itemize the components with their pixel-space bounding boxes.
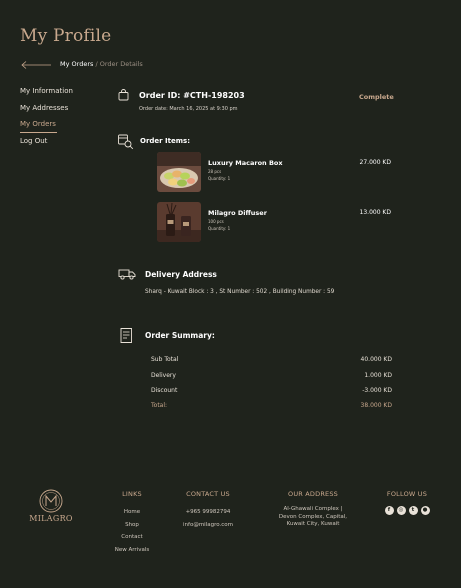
summary-label: Delivery: [151, 372, 176, 379]
footer-address-line: Al-Ghawali Complex |: [283, 506, 343, 512]
delivery-address: Sharq - Kuwait Block : 3 , St Number : 5…: [145, 289, 335, 295]
footer-phone[interactable]: +965 99982794: [174, 506, 242, 519]
footer-email[interactable]: info@milagro.com: [174, 519, 242, 532]
item-size: 100 pcs: [208, 219, 224, 224]
macaron-box-image: [157, 152, 201, 192]
item-price: 27.000 KD: [359, 159, 391, 166]
order-items-heading: Order Items:: [140, 137, 191, 145]
item-quantity: Quantity: 1: [208, 226, 231, 231]
sidebar-item-log-out[interactable]: Log Out: [20, 136, 90, 153]
item-name: Milagro Diffuser: [208, 209, 267, 217]
footer-contact-heading: CONTACT US: [186, 490, 230, 498]
social-icons: f ◎ t ●: [380, 506, 434, 515]
order-status-badge: Complete: [359, 93, 394, 101]
summary-value: -3.000 KD: [362, 387, 392, 394]
sidebar-item-my-addresses[interactable]: My Addresses: [20, 103, 90, 120]
footer-link-new-arrivals[interactable]: New Arrivals: [108, 544, 156, 557]
sidebar: My Information My Addresses My Orders Lo…: [20, 86, 90, 152]
twitter-icon[interactable]: t: [408, 506, 418, 515]
item-price: 13.000 KD: [359, 209, 391, 216]
page-title: My Profile: [20, 26, 112, 46]
footer-address-line: Devon Complex, Capital,: [278, 513, 348, 520]
footer-link-home[interactable]: Home: [108, 506, 156, 519]
milagro-logo[interactable]: [36, 486, 66, 516]
footer-address-heading: OUR ADDRESS: [288, 490, 338, 498]
footer-link-contact[interactable]: Contact: [108, 531, 156, 544]
summary-row-subtotal: Sub Total 40.000 KD: [151, 356, 392, 366]
order-item[interactable]: Milagro Diffuser 100 pcs Quantity: 1 13.…: [157, 202, 397, 244]
delivery-truck-icon: [118, 269, 136, 280]
instagram-icon[interactable]: ◎: [396, 506, 406, 515]
diffuser-image: [157, 202, 201, 242]
footer-link-shop[interactable]: Shop: [108, 519, 156, 532]
sidebar-item-my-information[interactable]: My Information: [20, 86, 90, 103]
footer-links: LINKS Home Shop Contact New Arrivals: [108, 490, 156, 556]
footer-address-line: Kuwait City, Kuwait: [286, 521, 340, 527]
breadcrumb-separator: /: [95, 60, 98, 68]
footer-follow-heading: FOLLOW US: [386, 490, 428, 498]
snapchat-icon[interactable]: ●: [420, 506, 430, 515]
order-date: Order date: March 16, 2025 at 9:30 pm: [139, 106, 238, 112]
summary-row-total: Total: 38.000 KD: [151, 402, 392, 412]
sidebar-item-label: My Orders: [20, 119, 57, 133]
sidebar-item-my-orders[interactable]: My Orders: [20, 119, 90, 136]
package-search-icon: [118, 134, 134, 150]
item-name: Luxury Macaron Box: [208, 159, 283, 167]
delivery-address-heading: Delivery Address: [145, 270, 217, 279]
shopping-bag-icon: [118, 89, 129, 101]
summary-row-discount: Discount -3.000 KD: [151, 387, 392, 397]
summary-value: 38.000 KD: [360, 402, 392, 409]
order-summary-heading: Order Summary:: [145, 331, 215, 340]
summary-value: 40.000 KD: [360, 356, 392, 363]
sidebar-item-label: My Information: [20, 87, 73, 95]
summary-label: Sub Total: [151, 356, 179, 363]
summary-label: Discount: [151, 387, 178, 394]
sidebar-item-label: Log Out: [20, 136, 48, 145]
footer-brand: MILAGRO: [29, 514, 73, 523]
item-size: 28 pcs: [208, 169, 222, 174]
order-item[interactable]: Luxury Macaron Box 28 pcs Quantity: 1 27…: [157, 152, 397, 194]
summary-value: 1.000 KD: [364, 372, 392, 379]
summary-label: Total:: [151, 402, 168, 409]
breadcrumb: My Orders / Order Details: [60, 60, 143, 68]
facebook-icon[interactable]: f: [384, 506, 394, 515]
order-id: Order ID: #CTH-198203: [139, 91, 245, 100]
breadcrumb-my-orders[interactable]: My Orders: [60, 60, 93, 68]
footer-address: OUR ADDRESS Al-Ghawali Complex | Devon C…: [272, 490, 354, 529]
breadcrumb-current: Order Details: [99, 60, 143, 68]
sidebar-item-label: My Addresses: [20, 103, 69, 112]
receipt-icon: [120, 328, 132, 343]
footer-follow: FOLLOW US f ◎ t ●: [380, 490, 434, 515]
summary-row-delivery: Delivery 1.000 KD: [151, 372, 392, 382]
footer-contact: CONTACT US +965 99982794 info@milagro.co…: [174, 490, 242, 531]
footer-links-heading: LINKS: [122, 490, 142, 498]
back-arrow-icon[interactable]: [20, 59, 52, 71]
item-quantity: Quantity: 1: [208, 176, 231, 181]
